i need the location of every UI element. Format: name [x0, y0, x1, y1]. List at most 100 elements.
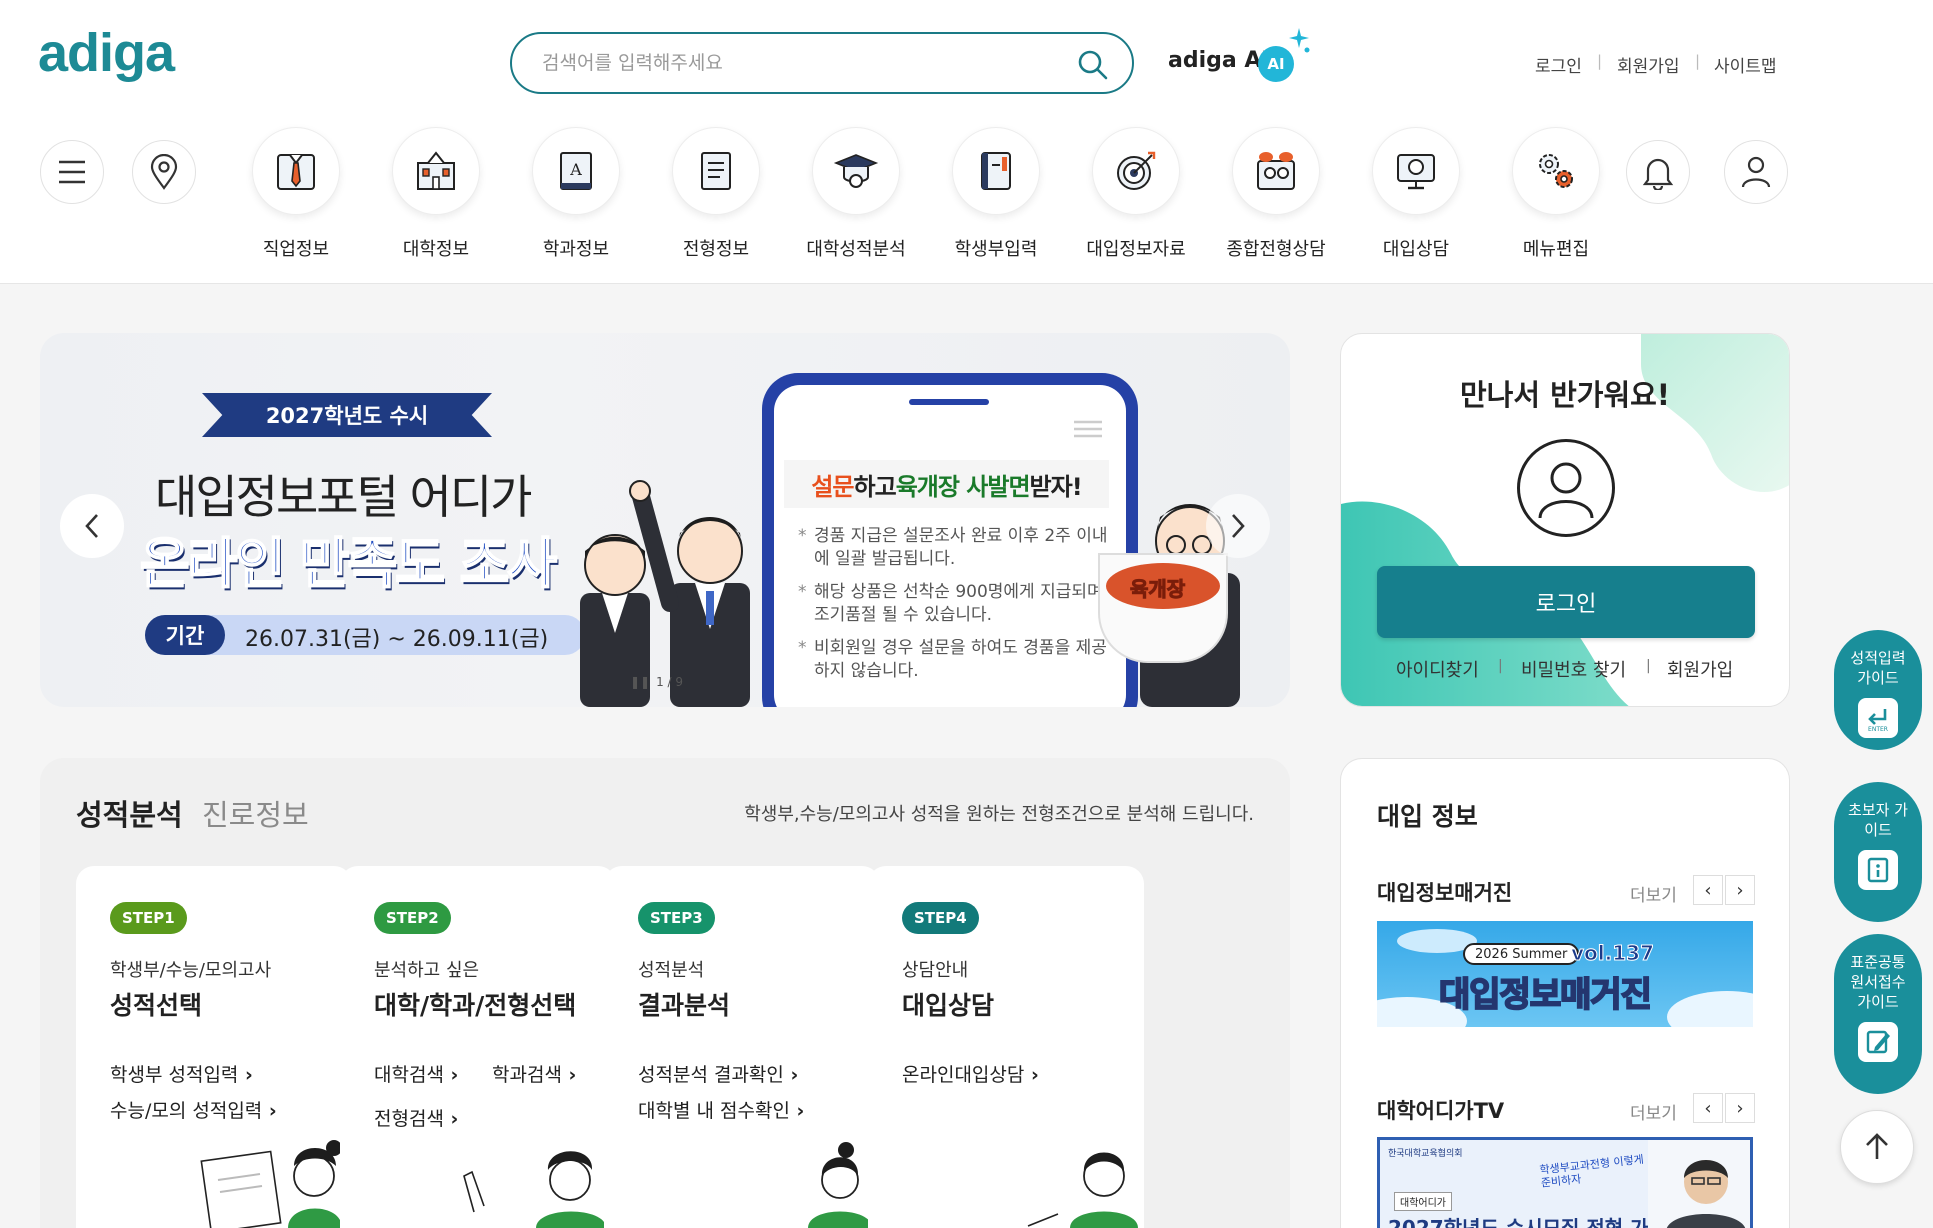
adiga-ai-label[interactable]: adiga AI: [1168, 48, 1270, 73]
nav-label: 학생부입력: [954, 239, 1038, 260]
nav-admission-info[interactable]: 전형정보: [646, 127, 786, 261]
graduation-cap-icon: [812, 127, 900, 215]
side-button-label: 초보자 가이드: [1848, 801, 1908, 839]
divider: |: [1695, 52, 1701, 70]
nav-comprehensive-consult[interactable]: 종합전형상담: [1206, 127, 1346, 261]
section-description: 학생부,수능/모의고사 성적을 원하는 전형조건으로 분석해 드립니다.: [744, 804, 1254, 825]
book-a-icon: A: [532, 127, 620, 215]
card-link[interactable]: 전형검색: [374, 1104, 458, 1131]
banner-note: 비회원일 경우 설문을 하여도 경품을 제공하지 않습니다.: [798, 637, 1114, 683]
nav-admission-consult[interactable]: 대입상담: [1346, 127, 1486, 261]
magazine-more-link[interactable]: 더보기: [1630, 881, 1677, 906]
card-link[interactable]: 대학검색: [374, 1060, 458, 1087]
card-title: 결과분석: [638, 991, 731, 1020]
nav-label: 대입상담: [1382, 239, 1450, 260]
magazine-cover[interactable]: 2026 Summer vol.137 대입정보매거진: [1377, 921, 1753, 1027]
nav-record-input[interactable]: 학생부입력: [926, 127, 1066, 261]
nav-university-info[interactable]: 대학정보: [366, 127, 506, 261]
tv-thumbnail[interactable]: 한국대학교육협의회 학생부교과전형 이렇게 준비하자 대학어디가 2027학년도…: [1377, 1137, 1753, 1228]
nav-menu-edit[interactable]: 메뉴편집: [1486, 127, 1626, 261]
location-button[interactable]: [132, 140, 196, 204]
grade-analysis-section: 성적분석 진로정보 학생부,수능/모의고사 성적을 원하는 전형조건으로 분석해…: [40, 758, 1290, 1228]
card-link[interactable]: 수능/모의 성적입력: [110, 1096, 277, 1123]
step-badge: STEP3: [638, 902, 715, 934]
welcome-title: 만나서 반가워요!: [1459, 378, 1671, 412]
nav-label: 메뉴편집: [1522, 239, 1590, 260]
phone-screen: 설문하고 육개장 사발면 받자! 경품 지급은 설문조사 완료 이후 2주 이내…: [774, 385, 1126, 707]
main-banner[interactable]: 2027학년도 수시 대입정보포털 어디가 온라인 만족도 조사 기간 26.0…: [40, 333, 1290, 707]
find-password-link[interactable]: 비밀번호 찾기: [1521, 656, 1626, 682]
avatar: [1517, 439, 1615, 537]
magazine-label: 대입정보매거진: [1377, 881, 1513, 905]
sparkle-icon: [1289, 28, 1310, 53]
card-link[interactable]: 성적분석 결과확인: [638, 1060, 798, 1087]
document-icon: [672, 127, 760, 215]
panel-title: 대입 정보: [1377, 802, 1478, 831]
headline-red: 설문: [811, 472, 854, 501]
chevron-right-icon[interactable]: ›: [1725, 1093, 1755, 1123]
card-link[interactable]: 학생부 성적입력: [110, 1060, 253, 1087]
sitemap-link[interactable]: 사이트맵: [1714, 52, 1777, 77]
map-pin-icon: [150, 154, 178, 190]
job-tie-icon: [252, 127, 340, 215]
divider: |: [1646, 658, 1651, 674]
banner-next-button[interactable]: [1206, 494, 1270, 558]
card-subtitle: 분석하고 싶은: [374, 960, 480, 981]
tab-grade-analysis[interactable]: 성적분석: [76, 792, 183, 834]
card-link[interactable]: 학과검색: [492, 1060, 576, 1087]
tv-org: 한국대학교육협의회: [1388, 1149, 1463, 1159]
nav-label: 종합전형상담: [1226, 239, 1326, 260]
card-subtitle: 학생부/수능/모의고사: [110, 960, 272, 981]
headline-green: 육개장 사발면: [895, 472, 1031, 501]
find-id-link[interactable]: 아이디찾기: [1396, 656, 1479, 682]
card-title: 대입상담: [902, 991, 995, 1020]
signup-link[interactable]: 회원가입: [1667, 656, 1733, 682]
monitor-chat-icon: [1372, 127, 1460, 215]
signup-link[interactable]: 회원가입: [1617, 52, 1680, 77]
card-subtitle: 상담안내: [902, 960, 969, 981]
notification-button[interactable]: [1626, 140, 1690, 204]
user-icon: [1741, 156, 1771, 188]
search-icon[interactable]: [1076, 48, 1110, 82]
banner-pager[interactable]: ❚❚ 1 / 9: [630, 675, 683, 689]
consult-icon: [1232, 127, 1320, 215]
welcome-panel: 만나서 반가워요! 로그인 아이디찾기 | 비밀번호 찾기 | 회원가입: [1340, 333, 1790, 707]
chevron-right-icon[interactable]: ›: [1725, 875, 1755, 905]
tv-more-link[interactable]: 더보기: [1630, 1099, 1677, 1124]
headline-end: 받자!: [1029, 472, 1083, 501]
step-badge: STEP2: [374, 902, 451, 934]
menu-button[interactable]: [40, 140, 104, 204]
step-card: STEP4 상담안내 대입상담 온라인대입상담: [868, 866, 1144, 1228]
search-input[interactable]: [542, 48, 1042, 78]
divider: |: [1498, 658, 1503, 674]
scroll-to-top-button[interactable]: [1840, 1110, 1914, 1184]
common-application-guide-button[interactable]: 표준공통 원서접수 가이드: [1834, 934, 1922, 1094]
card-subtitle: 성적분석: [638, 960, 705, 981]
nav-label: 전형정보: [682, 239, 750, 260]
nav-label: 학과정보: [542, 239, 610, 260]
user-button[interactable]: [1724, 140, 1788, 204]
student-document-illustration: [200, 1140, 342, 1228]
tab-career-info[interactable]: 진로정보: [202, 792, 309, 834]
enter-key-icon: ENTER: [1858, 698, 1898, 738]
login-link[interactable]: 로그인: [1535, 52, 1582, 77]
chevron-left-icon[interactable]: ‹: [1693, 875, 1723, 905]
card-link[interactable]: 온라인대입상담: [902, 1060, 1039, 1087]
nav-major-info[interactable]: A 학과정보: [506, 127, 646, 261]
nav-grade-analysis[interactable]: 대학성적분석: [786, 127, 926, 261]
grade-input-guide-button[interactable]: 성적입력 가이드 ENTER: [1834, 630, 1922, 750]
nav-admission-data[interactable]: 대입정보자료: [1066, 127, 1206, 261]
chevron-left-icon[interactable]: ‹: [1693, 1093, 1723, 1123]
banner-prev-button[interactable]: [60, 494, 124, 558]
magazine-edition: 2026 Summer: [1463, 943, 1580, 965]
card-link[interactable]: 대학별 내 점수확인: [638, 1096, 804, 1123]
adiga-logo[interactable]: adiga: [38, 22, 175, 84]
login-button[interactable]: 로그인: [1377, 566, 1755, 638]
menu-lines-icon: [1074, 420, 1102, 438]
nav-job-info[interactable]: 직업정보: [226, 127, 366, 261]
pause-icon[interactable]: ❚❚: [630, 675, 650, 689]
svg-text:A: A: [569, 160, 582, 179]
beginner-guide-button[interactable]: 초보자 가이드: [1834, 782, 1922, 922]
banner-title: 대입정보포털 어디가: [155, 470, 533, 524]
phone-headline: 설문 하고 육개장 사발면 받자!: [784, 460, 1109, 508]
